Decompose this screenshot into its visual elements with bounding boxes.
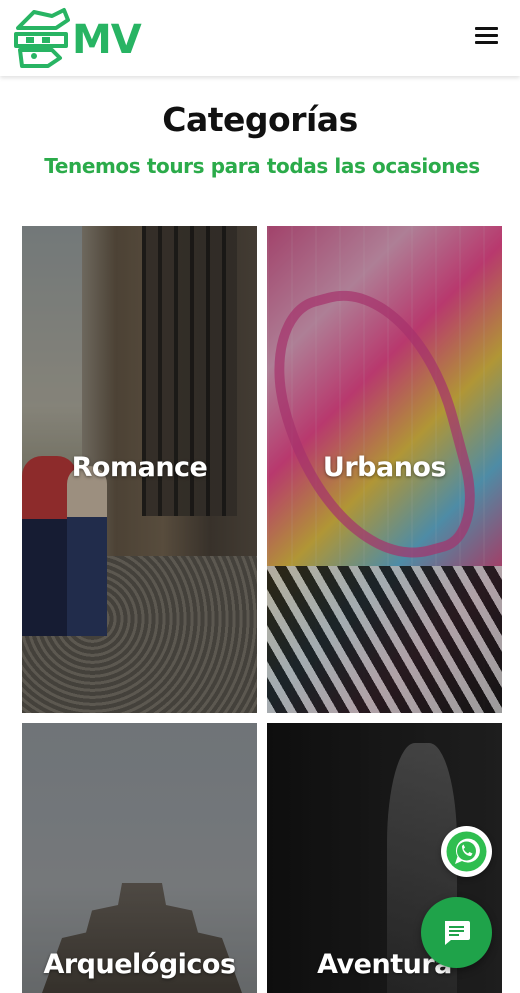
category-label: Arquelógicos bbox=[43, 949, 236, 980]
whatsapp-icon bbox=[446, 831, 487, 872]
whatsapp-button[interactable] bbox=[441, 826, 492, 877]
aztec-mask-icon bbox=[14, 8, 70, 68]
chat-icon bbox=[445, 921, 470, 945]
category-card-romance[interactable]: Romance bbox=[22, 226, 257, 713]
site-header: MV bbox=[0, 0, 520, 76]
category-card-arqueologicos[interactable]: Arquelógicos bbox=[22, 723, 257, 993]
page-title: Categorías bbox=[162, 100, 358, 139]
category-label: Urbanos bbox=[322, 452, 447, 483]
logo-text: MV bbox=[72, 17, 142, 63]
brand-logo[interactable]: MV bbox=[12, 6, 142, 70]
category-card-urbanos[interactable]: Urbanos bbox=[267, 226, 502, 713]
hamburger-menu-icon[interactable] bbox=[472, 24, 502, 50]
category-label: Romance bbox=[71, 452, 208, 483]
chat-button[interactable] bbox=[421, 897, 492, 968]
page-subtitle: Tenemos tours para todas las ocasiones bbox=[44, 154, 480, 178]
